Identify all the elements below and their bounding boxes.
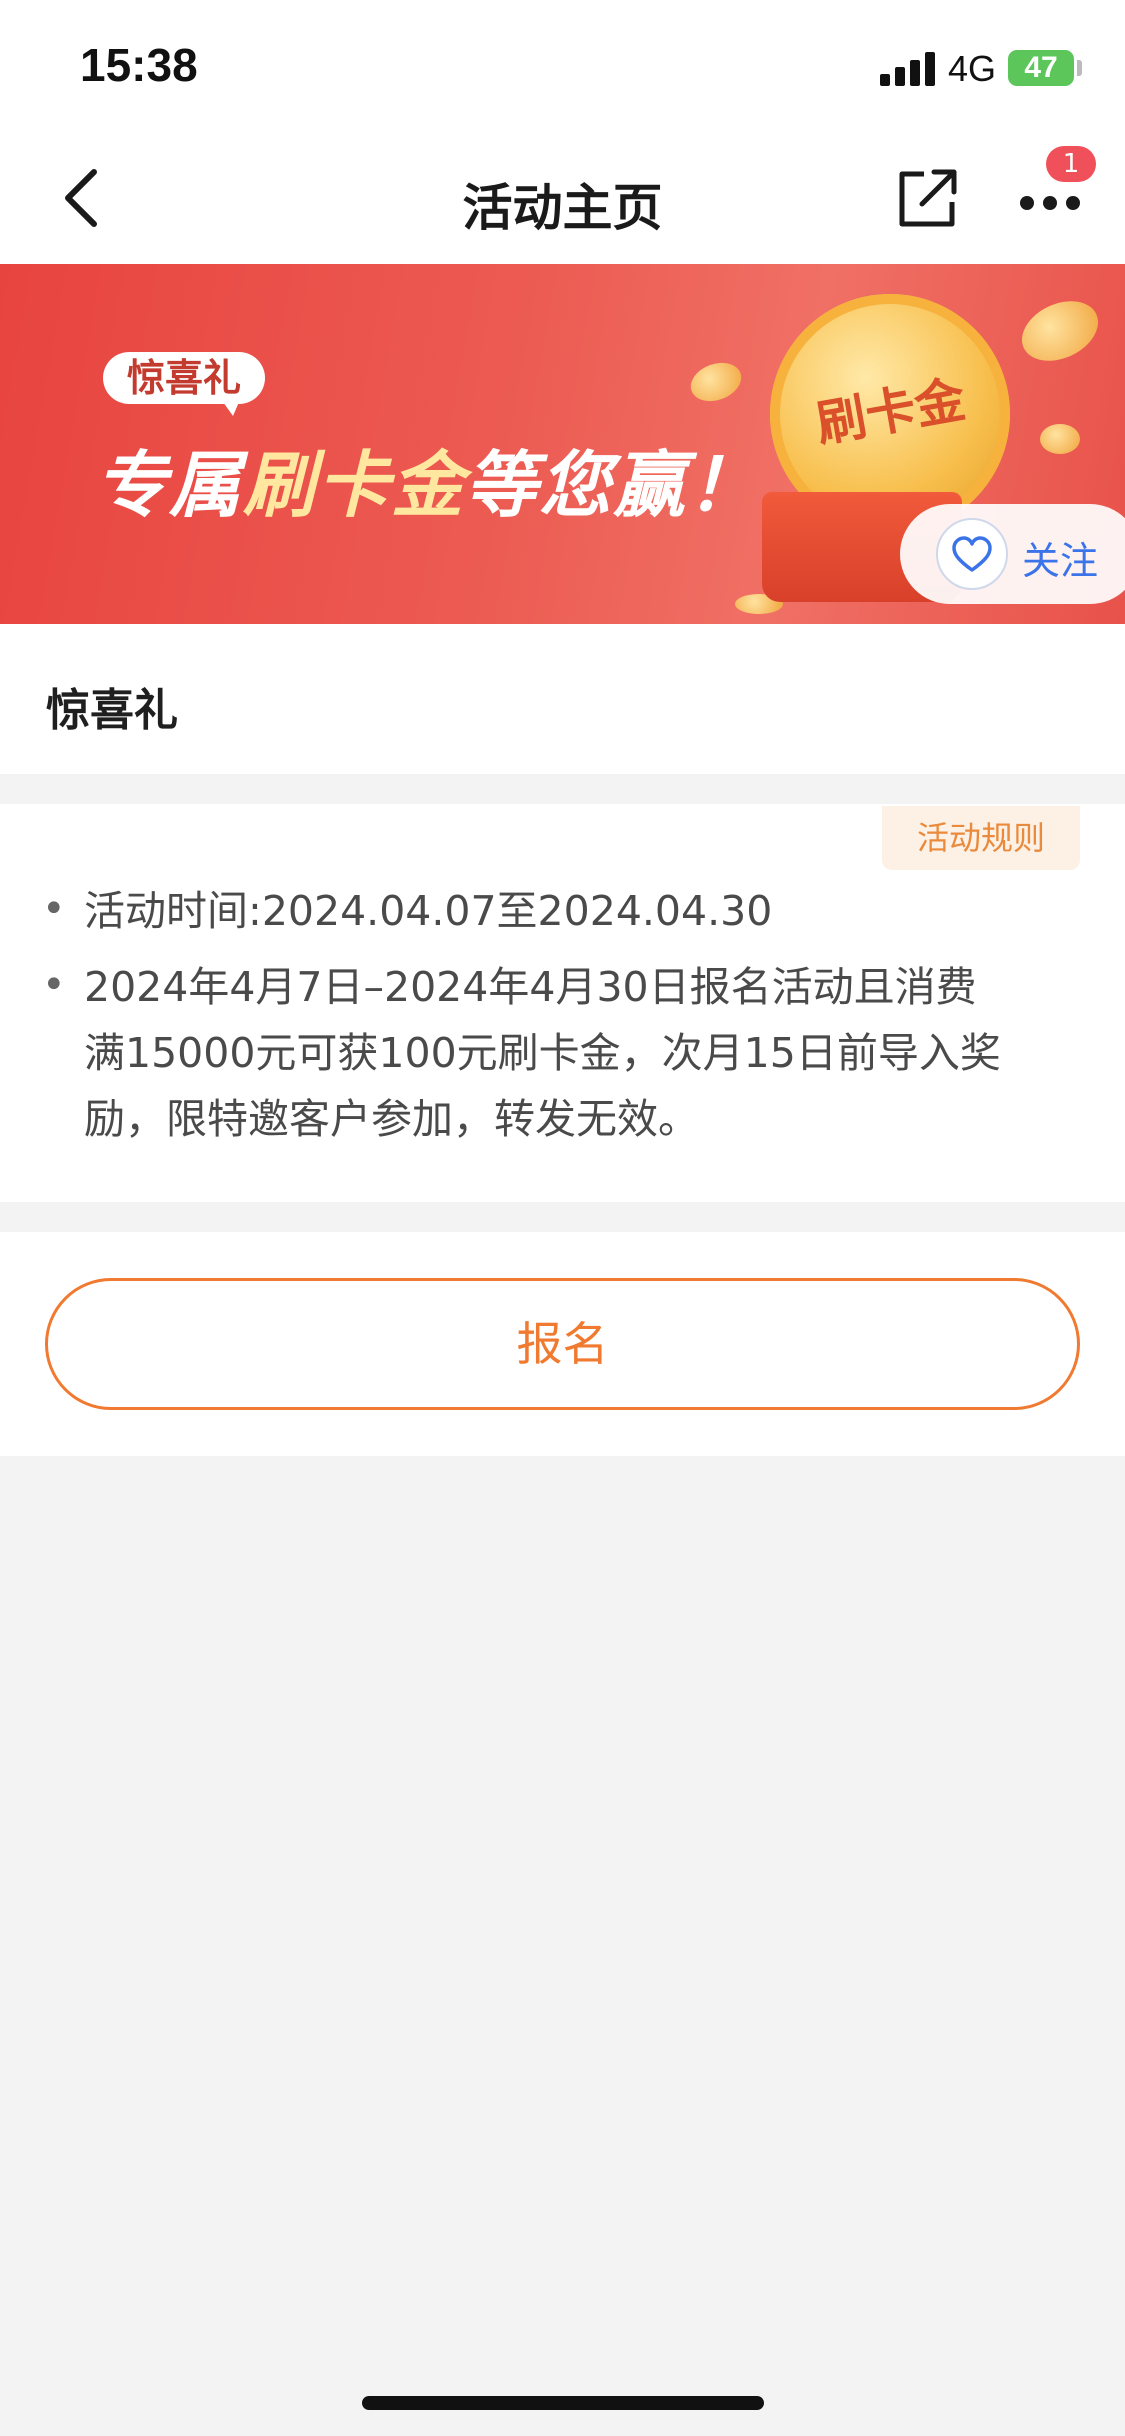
banner-headline: 专属刷卡金等您赢！ bbox=[95, 426, 761, 531]
notification-badge: 1 bbox=[1046, 146, 1096, 182]
headline-highlight: 刷卡金 bbox=[243, 443, 466, 527]
activity-title: 惊喜礼 bbox=[46, 685, 178, 736]
nav-bar: 活动主页 1 bbox=[0, 132, 1125, 264]
activity-detail-line: 励，限特邀客户参加，转发无效。 bbox=[84, 1095, 699, 1143]
coin-decoration bbox=[1040, 424, 1080, 454]
signup-section: 报名 bbox=[0, 1232, 1125, 1456]
headline-pre: 专属 bbox=[95, 443, 244, 527]
coin-decoration bbox=[1012, 289, 1108, 373]
activity-banner: 刷卡金 惊喜礼 专属刷卡金等您赢！ 关注 bbox=[0, 264, 1125, 624]
activity-detail-line: 满15000元可获100元刷卡金，次月15日前导入奖 bbox=[84, 1029, 1001, 1077]
battery-cap bbox=[1077, 60, 1082, 76]
share-icon bbox=[899, 169, 957, 227]
more-button[interactable] bbox=[1010, 182, 1090, 222]
activity-details: 活动规则 • 活动时间:2024.04.07至2024.04.30 • 2024… bbox=[0, 804, 1125, 1202]
battery-icon: 47 bbox=[1008, 50, 1074, 86]
activity-rules-button[interactable]: 活动规则 bbox=[882, 806, 1080, 870]
bullet-icon: • bbox=[42, 962, 66, 1008]
home-indicator[interactable] bbox=[362, 2396, 764, 2410]
follow-label: 关注 bbox=[1022, 539, 1099, 583]
signup-button[interactable]: 报名 bbox=[45, 1278, 1080, 1410]
more-icon bbox=[1020, 196, 1034, 210]
headline-post: 等您赢！ bbox=[465, 443, 762, 527]
coin-decoration bbox=[685, 356, 747, 408]
bullet-icon: • bbox=[42, 886, 66, 932]
share-button[interactable] bbox=[894, 166, 964, 230]
follow-button[interactable]: 关注 bbox=[900, 504, 1125, 604]
signal-icon bbox=[880, 52, 936, 86]
status-time: 15:38 bbox=[80, 39, 198, 91]
activity-detail-line: 2024年4月7日–2024年4月30日报名活动且消费 bbox=[84, 963, 977, 1011]
activity-title-section: 惊喜礼 bbox=[0, 624, 1125, 774]
activity-time: 活动时间:2024.04.07至2024.04.30 bbox=[84, 887, 773, 935]
heart-icon bbox=[936, 518, 1008, 590]
status-bar: 15:38 4G 47 bbox=[0, 0, 1125, 132]
banner-tag: 惊喜礼 bbox=[103, 352, 265, 416]
network-type: 4G bbox=[948, 48, 997, 89]
